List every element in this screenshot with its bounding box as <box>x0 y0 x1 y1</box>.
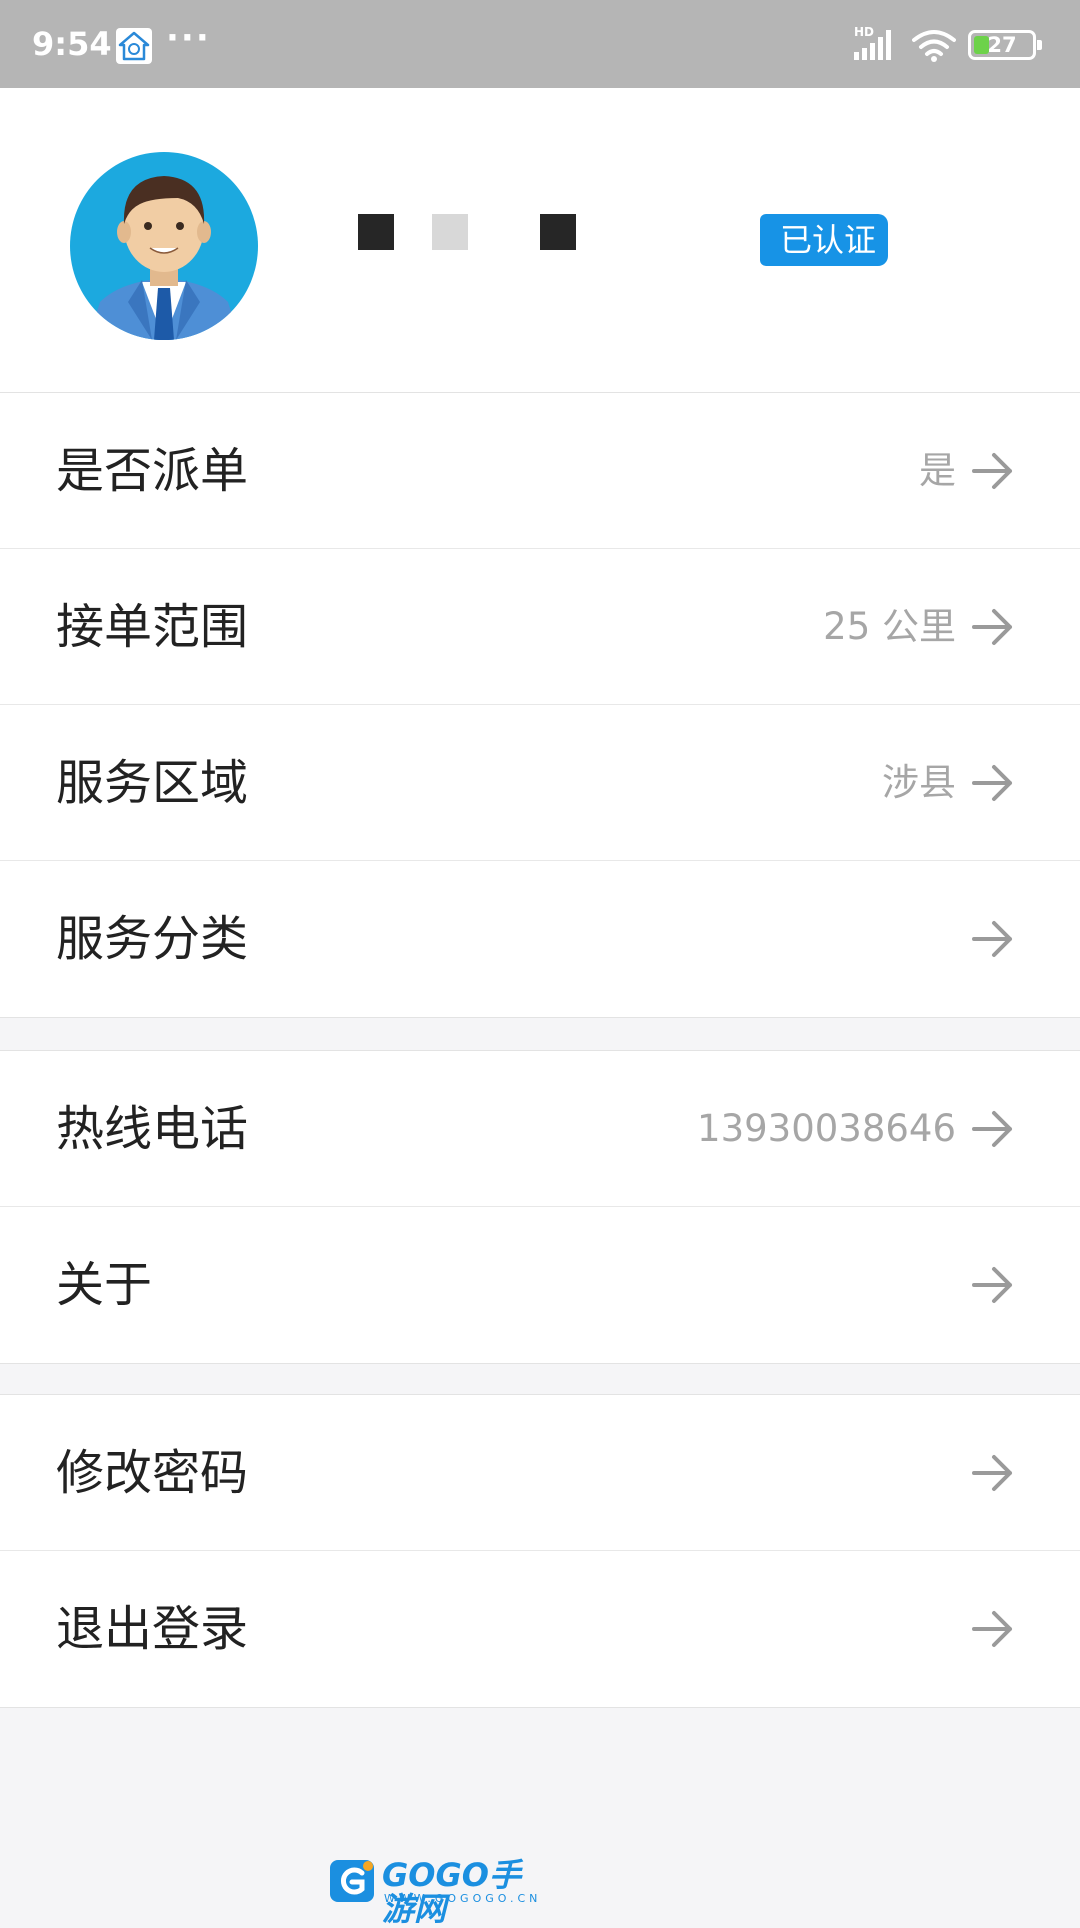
row-label: 接单范围 <box>56 599 249 655</box>
row-service-area[interactable]: 服务区域 涉县 <box>0 705 1080 861</box>
row-label: 服务区域 <box>56 755 249 811</box>
arrow-right-icon <box>970 605 1016 649</box>
row-label: 是否派单 <box>56 443 249 499</box>
row-hotline[interactable]: 热线电话 13930038646 <box>0 1051 1080 1207</box>
battery-percent: 27 <box>987 33 1017 57</box>
wifi-icon <box>912 28 956 64</box>
user-name-redacted <box>358 214 578 254</box>
row-value: 13930038646 <box>697 1107 956 1150</box>
row-label: 退出登录 <box>56 1601 249 1657</box>
row-about[interactable]: 关于 <box>0 1207 1080 1363</box>
cellular-signal-icon: HD <box>852 24 898 62</box>
row-change-password[interactable]: 修改密码 <box>0 1395 1080 1551</box>
arrow-right-icon <box>970 1451 1016 1495</box>
arrow-right-icon <box>970 917 1016 961</box>
arrow-right-icon <box>970 761 1016 805</box>
watermark-url: WWW.GOGOGO.CN <box>384 1892 542 1905</box>
row-value: 涉县 <box>882 761 956 804</box>
settings-group-dispatch: 是否派单 是 接单范围 25 公里 服务区域 涉县 服务分类 <box>0 392 1080 1018</box>
status-bar: 9:54 ··· HD 27 <box>0 0 1080 88</box>
settings-group-account: 修改密码 退出登录 <box>0 1394 1080 1708</box>
profile-header[interactable]: 已认证 <box>0 88 1080 393</box>
home-notification-icon <box>116 28 152 64</box>
row-value: 25 公里 <box>823 605 956 648</box>
battery-indicator: 27 <box>968 30 1042 60</box>
row-logout[interactable]: 退出登录 <box>0 1551 1080 1707</box>
site-watermark: GOGO手游网 WWW.GOGOGO.CN <box>328 1856 542 1926</box>
more-notifications-indicator: ··· <box>166 18 211 58</box>
battery-terminal <box>1037 40 1042 50</box>
arrow-right-icon <box>970 1607 1016 1651</box>
row-service-category[interactable]: 服务分类 <box>0 861 1080 1017</box>
arrow-right-icon <box>970 1263 1016 1307</box>
row-value: 是 <box>919 449 956 492</box>
businessman-avatar-icon[interactable] <box>70 152 258 340</box>
row-label: 修改密码 <box>56 1445 249 1501</box>
row-label: 服务分类 <box>56 911 249 967</box>
row-label: 热线电话 <box>56 1101 249 1157</box>
row-dispatch-enabled[interactable]: 是否派单 是 <box>0 393 1080 549</box>
watermark-logo-icon <box>330 1860 374 1902</box>
verified-badge: 已认证 <box>760 214 889 266</box>
arrow-right-icon <box>970 1107 1016 1151</box>
row-label: 关于 <box>56 1257 153 1313</box>
arrow-right-icon <box>970 449 1016 493</box>
status-time: 9:54 <box>32 25 112 63</box>
settings-group-info: 热线电话 13930038646 关于 <box>0 1050 1080 1364</box>
network-type-label: HD <box>854 25 874 39</box>
row-order-range[interactable]: 接单范围 25 公里 <box>0 549 1080 705</box>
